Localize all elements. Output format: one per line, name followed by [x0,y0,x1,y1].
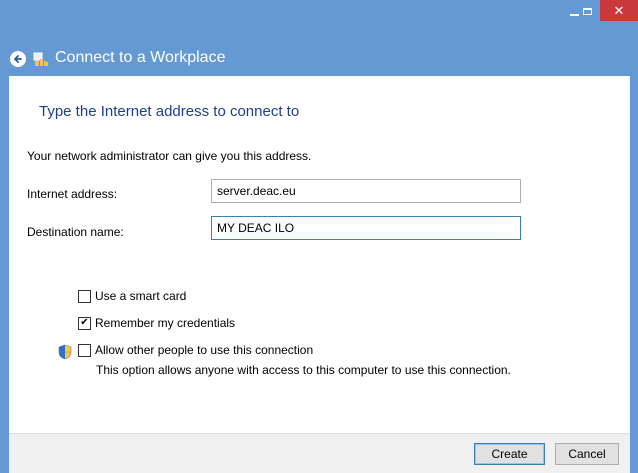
close-icon: ✕ [613,2,625,18]
internet-address-label: Internet address: [27,187,118,201]
back-arrow-icon [14,55,22,63]
button-bar: Create Cancel [9,433,630,473]
destination-name-input[interactable] [211,216,521,240]
maximize-icon [582,7,592,15]
page-heading: Type the Internet address to connect to [39,103,300,120]
checkmark-icon: ✔ [80,317,89,328]
create-button[interactable]: Create [474,443,545,465]
smart-card-checkbox[interactable] [78,289,91,303]
intro-text: Your network administrator can give you … [27,149,312,163]
allow-others-label: Allow other people to use this connectio… [95,343,314,357]
allow-others-option[interactable]: Allow other people to use this connectio… [78,343,313,357]
smart-card-option[interactable]: Use a smart card [78,289,186,303]
destination-name-label: Destination name: [27,225,124,239]
dialog-window: ✕ Connect to a Workplace Type the Intern… [0,0,638,473]
maximize-button[interactable] [574,0,600,22]
allow-others-note: This option allows anyone with access to… [96,363,511,377]
title-bar[interactable]: ✕ [0,0,638,32]
internet-address-input[interactable] [211,179,521,203]
back-button[interactable] [10,51,26,67]
allow-others-checkbox[interactable] [78,343,91,357]
remember-credentials-checkbox[interactable]: ✔ [78,316,91,330]
cancel-button[interactable]: Cancel [555,443,619,465]
window-title: Connect to a Workplace [55,49,226,66]
close-button[interactable]: ✕ [600,0,638,21]
content-area: Type the Internet address to connect to … [9,76,630,433]
wizard-header: Connect to a Workplace [0,40,638,76]
smart-card-label: Use a smart card [95,289,187,303]
remember-credentials-label: Remember my credentials [95,316,236,330]
uac-shield-icon [58,344,72,360]
network-icon [33,52,48,66]
remember-credentials-option[interactable]: ✔ Remember my credentials [78,316,235,330]
